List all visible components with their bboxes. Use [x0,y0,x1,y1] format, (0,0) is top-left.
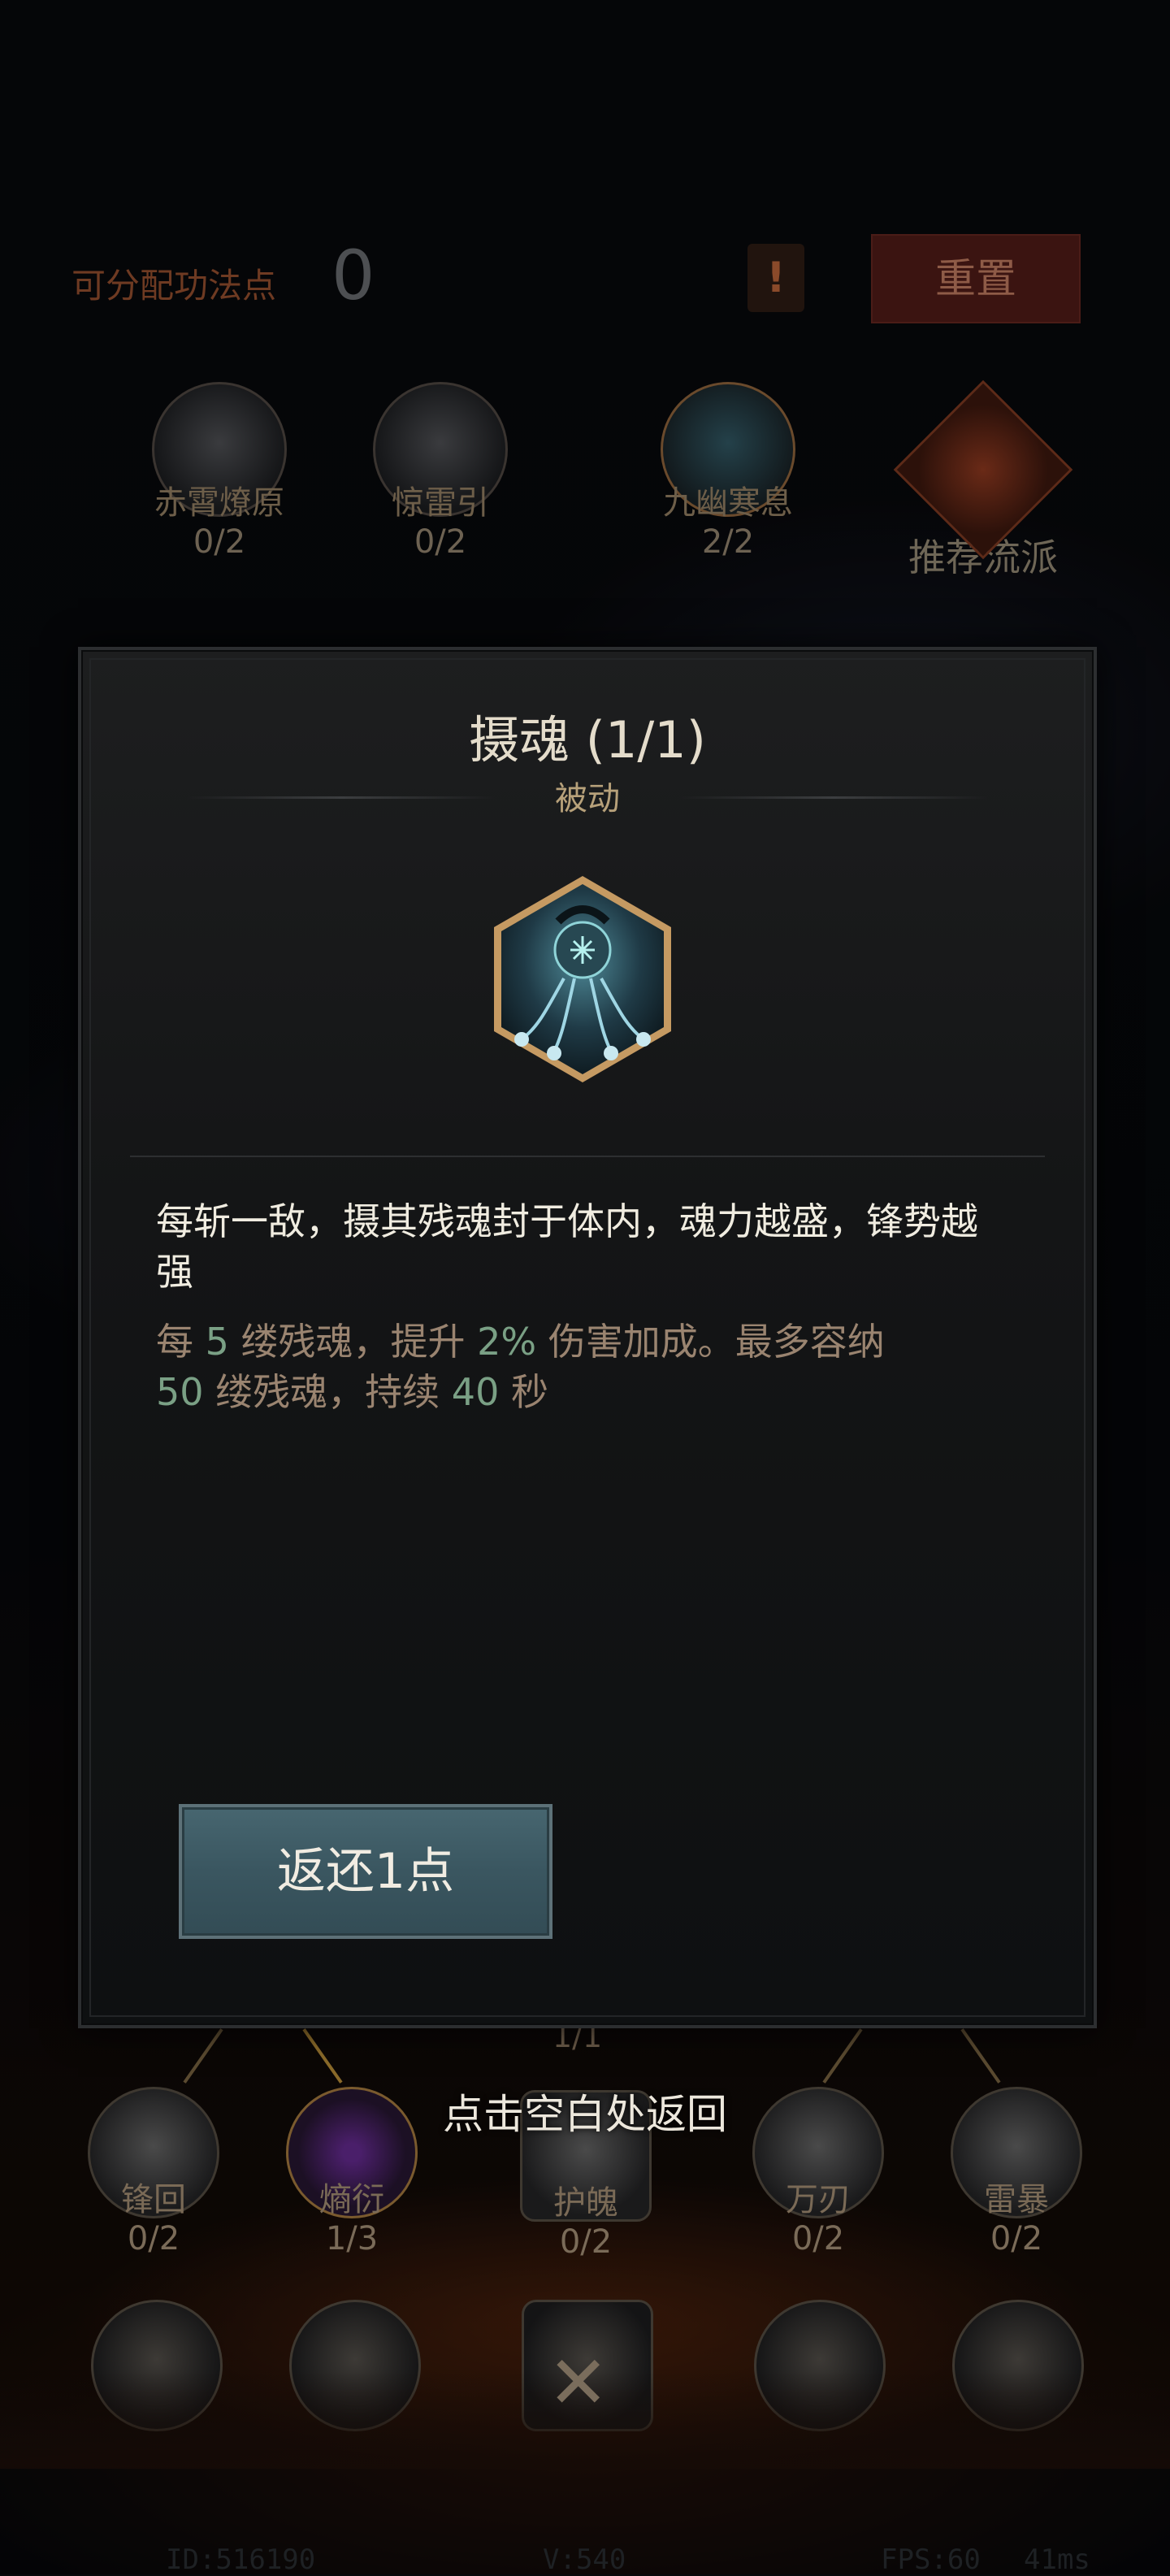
status-id: ID:516190 [166,2543,316,2576]
school-name: 赤霄燎原 [154,484,284,522]
skill-node-name: 万刃 [786,2181,851,2218]
status-latency: 41ms [1024,2543,1090,2576]
school-name: 惊雷引 [392,484,489,522]
skill-node-name: 熵衍 [319,2181,384,2218]
school-chixiao[interactable]: 赤霄燎原 0/2 [130,382,309,561]
skill-points-label: 可分配功法点 [72,266,277,306]
status-fps: FPS:60 [881,2543,981,2576]
ornament-left [187,796,496,799]
skill-node-name: 锋回 [121,2181,186,2218]
skill-detail-modal: 摄魂 (1/1) 被动 每斩一敌，摄其残魂封于体内，魂力越盛，锋势越强 每 5 … [78,647,1097,2028]
reset-button[interactable]: 重置 [871,234,1081,323]
skill-node-value: 1/3 [325,2220,379,2257]
skill-title: 摄魂 (1/1) [469,710,706,770]
skill-node-name: 护魄 [553,2184,618,2222]
skill-node-value: 0/2 [559,2223,613,2261]
school-value: 2/2 [701,523,755,561]
ornament-right [679,796,988,799]
skill-node-value: 0/2 [990,2220,1043,2257]
detail-number: 50 [156,1370,204,1414]
detail-number: 5 [205,1320,229,1364]
warning-button[interactable]: ! [748,244,804,312]
skill-type: 被动 [555,780,620,817]
skill-node-name: 雷暴 [984,2181,1049,2218]
detail-number: 40 [451,1370,500,1414]
crossed-swords-icon: ✕ [548,2340,609,2426]
school-jiuyou[interactable]: 九幽寒息 2/2 [639,382,817,561]
school-value: 0/2 [193,523,246,561]
skill-node-value: 0/2 [127,2220,180,2257]
recommend-school-button[interactable]: 推荐流派 [886,379,1081,582]
school-name: 九幽寒息 [663,484,793,522]
skill-description: 每斩一敌，摄其残魂封于体内，魂力越盛，锋势越强 [156,1199,978,1294]
status-version: V:540 [543,2543,626,2576]
soul-capture-icon [489,873,676,1086]
skill-node-value: 0/2 [791,2220,845,2257]
tap-to-return-hint: 点击空白处返回 [443,2091,727,2138]
school-jinglei[interactable]: 惊雷引 0/2 [351,382,530,561]
refund-point-button[interactable]: 返还1点 [179,1804,552,1939]
skill-points-value: 0 [332,236,375,315]
detail-number: 2% [477,1320,537,1364]
modal-divider [130,1156,1045,1157]
skill-detail: 每 5 缕残魂，提升 2% 伤害加成。最多容纳 50 缕残魂，持续 40 秒 [156,1320,885,1414]
school-value: 0/2 [414,523,467,561]
